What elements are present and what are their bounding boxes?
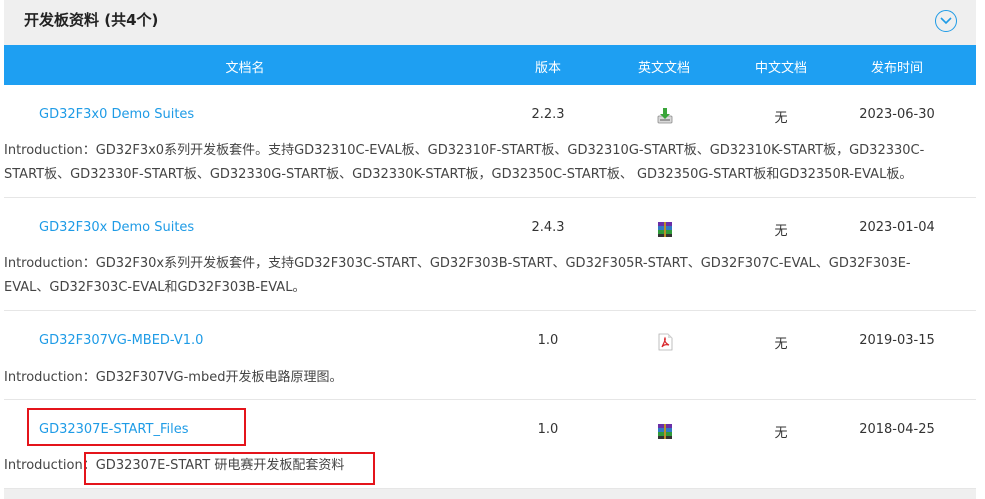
- intro-label: Introduction：: [4, 458, 96, 473]
- chinese-doc-status: 无: [774, 111, 788, 126]
- doc-link[interactable]: GD32F3x0 Demo Suites: [39, 107, 194, 122]
- intro-label: Introduction：: [4, 370, 96, 385]
- release-date: 2023-01-04: [859, 220, 935, 235]
- doc-link[interactable]: GD32F307VG-MBED-V1.0: [39, 333, 203, 348]
- release-date: 2023-06-30: [859, 107, 935, 122]
- section-header: 开发板资料 (共4个): [4, 0, 976, 45]
- intro-text: GD32F307VG-mbed开发板电路原理图。: [95, 370, 343, 385]
- highlight-box-doc-name: [27, 408, 246, 446]
- chinese-doc-status: 无: [774, 426, 788, 441]
- intro-line: Introduction：GD32F3x0系列开发板套件。支持GD32310C-…: [4, 143, 925, 158]
- chinese-doc-status: 无: [774, 337, 788, 352]
- column-header-english-doc: 英文文档: [637, 61, 690, 76]
- column-header-name: 文档名: [225, 61, 265, 76]
- row-introduction: Introduction：GD32F30x系列开发板套件，支持GD32F303C…: [4, 252, 964, 300]
- doc-version: 2.4.3: [531, 220, 565, 235]
- release-date: 2018-04-25: [859, 422, 935, 437]
- row-introduction: Introduction：GD32F307VG-mbed开发板电路原理图。: [4, 366, 964, 390]
- column-header-release-date: 发布时间: [870, 61, 923, 76]
- highlight-box-intro: [84, 452, 375, 485]
- archive-icon[interactable]: [656, 220, 674, 238]
- table-row: GD32F307VG-MBED-V1.0 1.0 无 2019-03-15 In…: [4, 311, 976, 400]
- intro-line: EVAL、GD32F303C-EVAL和GD32F303B-EVAL。: [4, 280, 306, 295]
- download-icon[interactable]: [656, 107, 674, 125]
- panel-footer: [4, 489, 976, 499]
- table-row: GD32F30x Demo Suites 2.4.3 无 2023-01-04 …: [4, 198, 976, 311]
- chinese-doc-status: 无: [774, 224, 788, 239]
- intro-line: START板、GD32330F-START板、GD32330G-START板、G…: [4, 167, 913, 182]
- column-header-version: 版本: [534, 61, 561, 76]
- table-row: GD32F3x0 Demo Suites 2.2.3 无 2023-06-30 …: [4, 85, 976, 198]
- pdf-icon[interactable]: [656, 333, 674, 351]
- doc-version: 1.0: [537, 333, 559, 348]
- intro-line: Introduction：GD32F30x系列开发板套件，支持GD32F303C…: [4, 256, 911, 271]
- row-introduction: Introduction：GD32F3x0系列开发板套件。支持GD32310C-…: [4, 139, 964, 187]
- section-title: 开发板资料 (共4个): [24, 11, 159, 29]
- doc-version: 2.2.3: [531, 107, 565, 122]
- doc-version: 1.0: [537, 422, 559, 437]
- archive-icon[interactable]: [656, 422, 674, 440]
- table-header: 文档名 版本 英文文档 中文文档 发布时间: [4, 45, 976, 85]
- chevron-down-circle-icon[interactable]: [935, 10, 957, 32]
- column-header-chinese-doc: 中文文档: [754, 61, 807, 76]
- release-date: 2019-03-15: [859, 333, 935, 348]
- doc-link[interactable]: GD32F30x Demo Suites: [39, 220, 194, 235]
